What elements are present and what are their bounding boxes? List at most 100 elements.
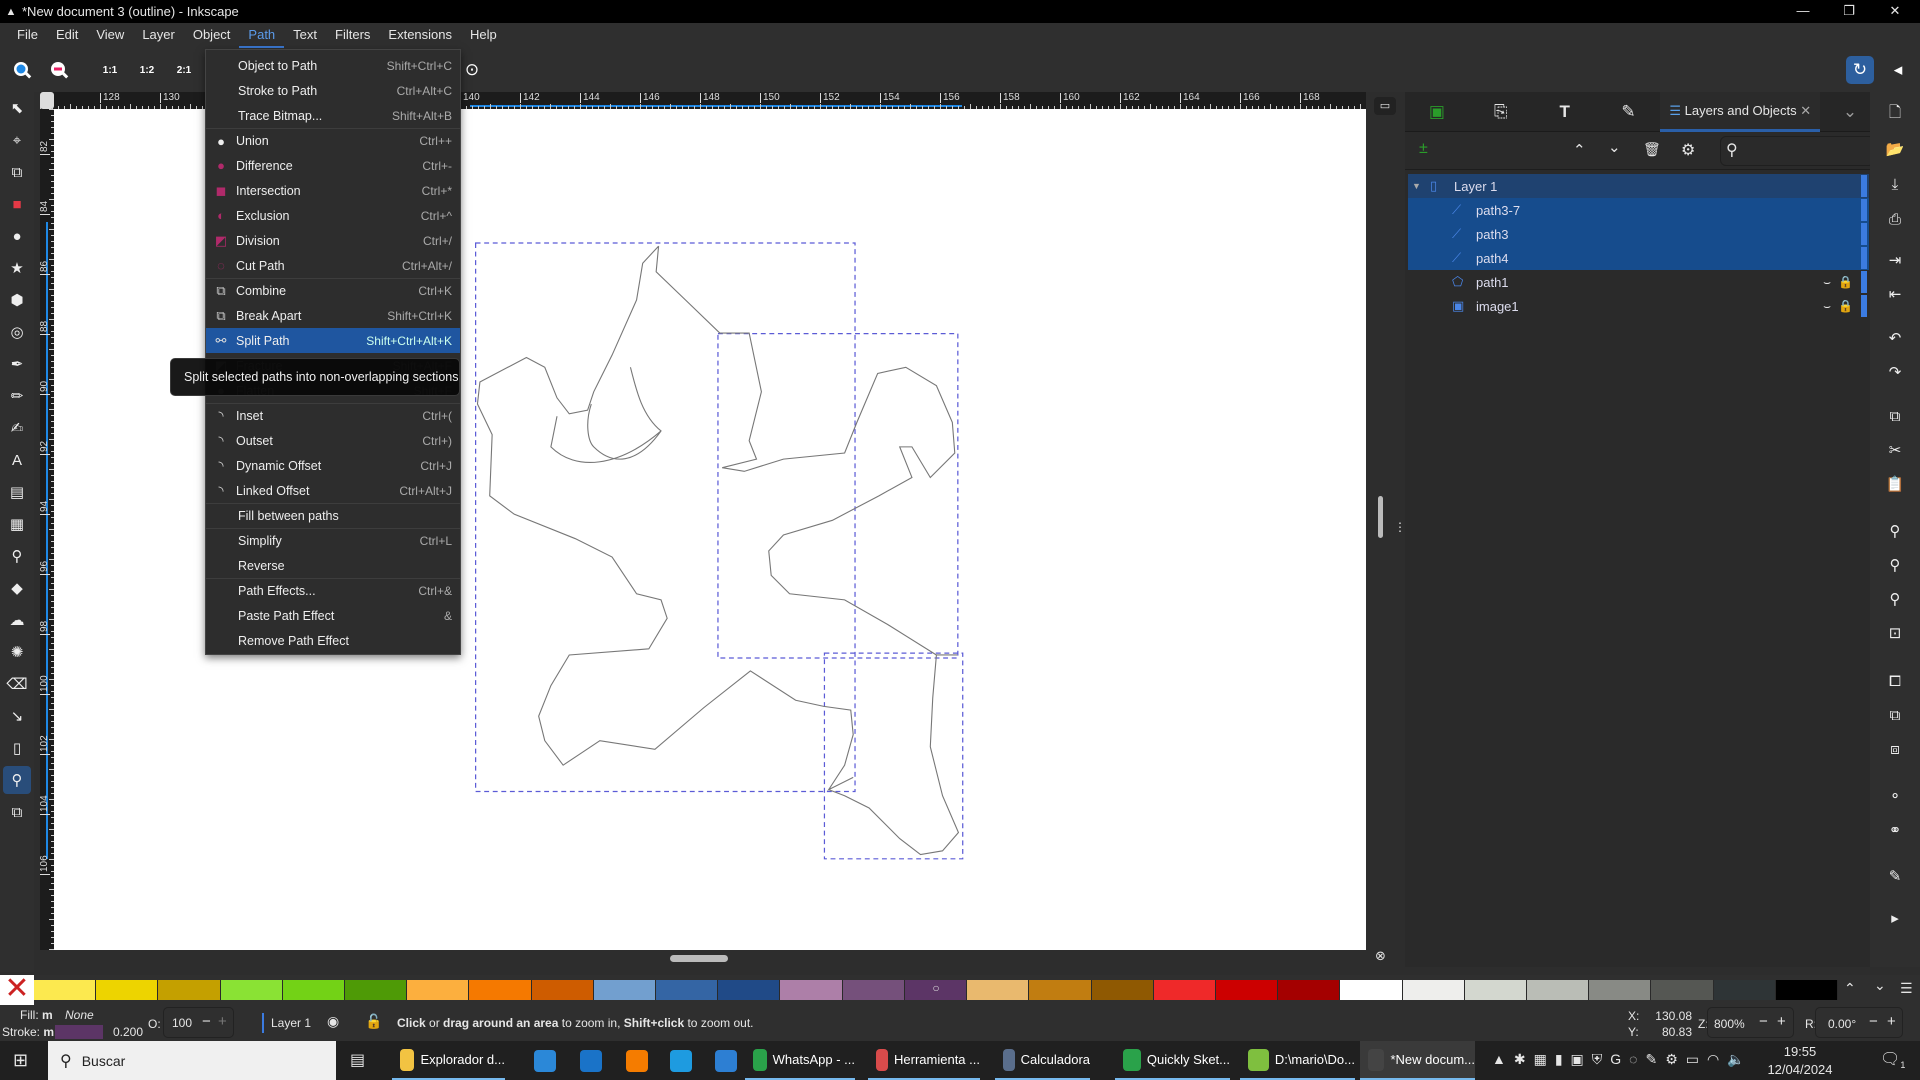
zoom-out-icon[interactable] [45,56,73,84]
firefox-app-icon[interactable] [626,1050,648,1072]
opacity-spinbox[interactable]: 100 − + [163,1007,234,1038]
zoom-increase[interactable]: + [1777,1013,1786,1030]
menu-item-simplify[interactable]: Simplify Ctrl+L [206,528,460,553]
vscode-app-icon[interactable] [715,1050,737,1072]
tab-text-icon[interactable]: T [1533,102,1597,122]
zoom-tool-icon[interactable]: ⚲ [3,766,31,794]
rotation-decrease[interactable]: − [1869,1013,1878,1030]
color-swatch[interactable] [1464,980,1527,1000]
dropper-tool-icon[interactable]: ⚲ [3,542,31,570]
color-management-icon[interactable]: ⊗ [1375,948,1386,964]
undo-icon[interactable]: ↶ [1881,324,1909,352]
opacity-increase[interactable]: + [218,1013,227,1030]
layer-tree-row[interactable]: ▼ ▯ Layer 1 [1408,174,1869,198]
horizontal-scrollbar[interactable] [670,955,728,962]
menu-layer[interactable]: Layer [133,23,184,48]
task-view-icon[interactable]: ▤ [350,1050,365,1070]
menu-filters[interactable]: Filters [326,23,379,48]
move-up-icon[interactable]: ⌃ [1573,141,1586,159]
menu-item-trace-bitmap[interactable]: Trace Bitmap... Shift+Alt+B [206,103,460,128]
color-swatch[interactable] [1091,980,1154,1000]
print-icon[interactable]: ⎙ [1881,205,1909,233]
hidden-eye-icon[interactable]: ⌣ [1823,299,1831,314]
color-swatch[interactable] [34,980,97,1000]
tab-document-export-icon[interactable]: ⎘ [1469,102,1533,122]
color-swatch[interactable] [1589,980,1652,1000]
expand-triangle-icon[interactable]: ▼ [1412,181,1421,191]
stroke-width[interactable]: 0.200 [113,1025,143,1039]
gradient-tool-icon[interactable]: ▤ [3,478,31,506]
tab-layers-and-objects[interactable]: ☰ Layers and Objects ✕ [1660,91,1821,132]
wifi-icon[interactable]: ◠ [1707,1051,1719,1068]
store-app-icon[interactable] [534,1050,556,1072]
menu-item-dynamic-offset[interactable]: ◝ Dynamic Offset Ctrl+J [206,453,460,478]
opacity-decrease[interactable]: − [202,1013,211,1030]
palette-scroll-down-icon[interactable]: ⌄ [1874,977,1886,994]
menu-item-remove-path-effect[interactable]: Remove Path Effect [206,628,460,653]
rotation-increase[interactable]: + [1887,1013,1896,1030]
connector-tool-icon[interactable]: ↘ [3,702,31,730]
xml-editor-icon[interactable]: ✎ [1881,862,1909,890]
color-swatch[interactable] [220,980,283,1000]
shape-builder-tool-icon[interactable]: ⧉ [3,158,31,186]
menu-path[interactable]: Path [239,23,285,48]
color-swatch[interactable] [967,980,1030,1000]
menu-item-linked-offset[interactable]: ◝ Linked Offset Ctrl+Alt+J [206,478,460,503]
delete-icon[interactable]: 🗑 [1643,141,1661,158]
menu-item-split-path[interactable]: ⚯ Split Path Shift+Ctrl+Alt+K [206,328,460,353]
color-swatch[interactable] [158,980,221,1000]
color-swatch[interactable] [282,980,346,1000]
menu-item-paste-path-effect[interactable]: Paste Path Effect & [206,603,460,628]
clock-time[interactable]: 19:55 [1770,1044,1830,1059]
paste-icon[interactable]: 📋 [1881,470,1909,498]
start-windows-icon[interactable]: ⊞ [13,1050,28,1071]
color-swatch[interactable]: ○ [904,980,968,1000]
stroke-color-swatch[interactable] [55,1025,103,1039]
taskbar-app[interactable]: Quickly Sket... [1115,1041,1230,1080]
clone-icon[interactable]: ⧉ [1881,701,1909,729]
zoom-drawing-icon[interactable]: ⚲ [1881,551,1909,579]
rotation-value[interactable]: 0.00° [1828,1017,1856,1031]
taskbar-app[interactable]: *New docum... [1360,1041,1475,1080]
zoom-decrease[interactable]: − [1759,1013,1768,1030]
menu-object[interactable]: Object [184,23,240,48]
color-swatch[interactable] [842,980,905,1000]
selector-tool-icon[interactable]: ⬉ [3,94,31,122]
menu-view[interactable]: View [87,23,133,48]
outline-path3-7[interactable] [476,245,854,792]
settings-gear-icon[interactable]: ⚙ [1681,140,1695,160]
battery-icon[interactable]: ▭ [1686,1051,1699,1068]
save-icon[interactable]: ⤓ [1881,170,1909,198]
current-layer[interactable]: Layer 1 [262,1013,311,1033]
menu-item-stroke-to-path[interactable]: Stroke to Path Ctrl+Alt+C [206,78,460,103]
rotation-spinbox[interactable]: 0.00° − + [1815,1007,1903,1038]
clock-date[interactable]: 12/04/2024 [1762,1062,1838,1077]
color-swatch[interactable] [469,980,532,1000]
edge-app-icon[interactable] [670,1050,692,1072]
menu-item-exclusion[interactable]: ◐ Exclusion Ctrl+^ [206,203,460,228]
color-swatch[interactable] [1651,980,1714,1000]
menu-item-path-effects[interactable]: Path Effects... Ctrl+& [206,578,460,603]
tray-app-icon[interactable]: ▣ [1571,1051,1584,1068]
layer-tree-row[interactable]: ⬠ path1 ⌣ 🔒 [1408,270,1869,294]
mesh-tool-icon[interactable]: ▦ [3,510,31,538]
export-icon[interactable]: ⇤ [1881,280,1909,308]
menu-item-intersection[interactable]: ◼ Intersection Ctrl+* [206,178,460,203]
menu-edit[interactable]: Edit [47,23,87,48]
system-tray[interactable]: ▲ ✱ ▦ ▮ ▣ ⛨ G ◌ ✎ ⚙ ▭ ◠ 🔈 [1492,1051,1745,1068]
unlink-clone-icon[interactable]: ⧈ [1881,735,1909,763]
outline-path4[interactable] [828,654,960,856]
tab-fill-stroke-icon[interactable]: ✎ [1597,102,1661,122]
color-swatch[interactable] [1340,980,1403,1000]
taskbar-app[interactable]: Herramienta ... [868,1041,980,1080]
color-swatch[interactable] [1713,980,1776,1000]
add-layer-icon[interactable]: ± [1419,140,1428,158]
menu-text[interactable]: Text [284,23,326,48]
taskbar-app[interactable]: Calculadora [995,1041,1090,1080]
notifications-icon[interactable]: 🗨1 [1880,1049,1905,1070]
color-swatch[interactable] [96,980,159,1000]
tray-app-icon[interactable]: ▦ [1534,1051,1547,1068]
tray-app-icon[interactable]: ▮ [1555,1051,1563,1068]
tray-app-icon[interactable]: ✱ [1514,1051,1526,1068]
3d-box-tool-icon[interactable]: ⬢ [3,286,31,314]
